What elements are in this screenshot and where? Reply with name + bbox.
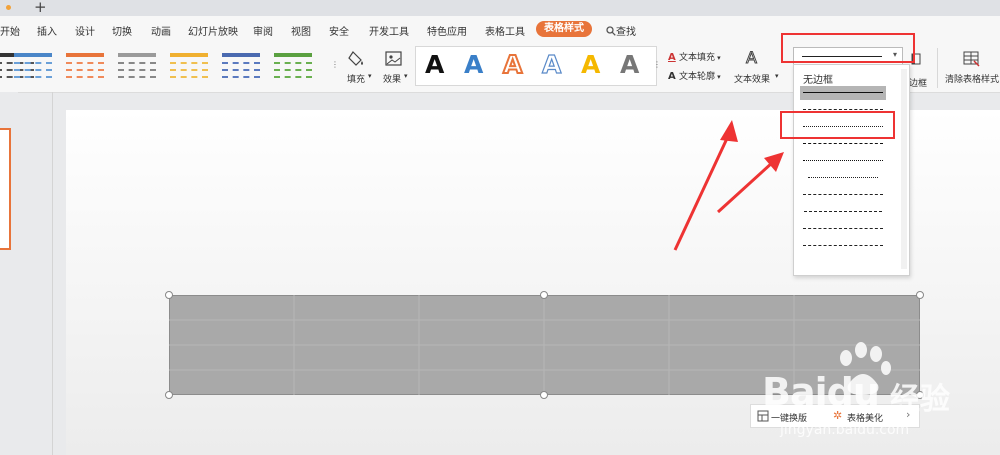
no-border-option[interactable]: 无边框: [803, 71, 833, 86]
line-style-dotted[interactable]: [800, 171, 886, 185]
line-style-long-dash-dot[interactable]: [800, 239, 886, 253]
arrow-head-icon: [720, 120, 738, 142]
line-style-dash-dot[interactable]: [800, 222, 886, 236]
search-button[interactable]: 查找: [606, 23, 636, 38]
window-tab-strip: +: [0, 0, 1000, 16]
menu-table-tools[interactable]: 表格工具: [485, 23, 525, 38]
wordart-style-yellow[interactable]: A: [581, 50, 600, 79]
table-layout-icon: [757, 410, 769, 422]
menu-animation[interactable]: 动画: [151, 23, 171, 38]
line-style-solid[interactable]: [800, 86, 886, 100]
chevron-right-icon[interactable]: ›: [906, 408, 910, 421]
table-style-swatch-orange[interactable]: [62, 50, 108, 84]
wordart-style-blue-outline[interactable]: A: [541, 49, 562, 79]
fill-label[interactable]: 填充: [347, 72, 365, 85]
line-style-dash-dot-dot-dense[interactable]: [800, 154, 886, 168]
table-grid: [169, 295, 920, 395]
menu-developer[interactable]: 开发工具: [369, 23, 409, 38]
effect-button[interactable]: [383, 49, 405, 72]
line-style-dashed[interactable]: [800, 188, 886, 202]
effect-dropdown-icon[interactable]: ▾: [404, 72, 408, 80]
text-effect-dropdown-icon[interactable]: ▾: [775, 72, 779, 80]
menu-view[interactable]: 视图: [291, 23, 311, 38]
slide-thumbnail[interactable]: [0, 128, 11, 250]
text-outline-label: 文本轮廓: [678, 72, 715, 82]
menu-special[interactable]: 特色应用: [427, 23, 467, 38]
wordart-style-black[interactable]: A: [425, 50, 444, 79]
table-style-swatch-navy[interactable]: [218, 50, 264, 84]
fill-dropdown-icon[interactable]: ▾: [368, 72, 372, 80]
selected-table[interactable]: [169, 295, 920, 395]
fill-bucket-icon: [348, 51, 363, 66]
line-style-dash-dot-dense[interactable]: [800, 137, 886, 151]
dropdown-scrollbar[interactable]: [901, 69, 907, 269]
text-effect-label[interactable]: 文本效果: [734, 72, 770, 85]
table-style-swatch-gray[interactable]: [114, 50, 160, 84]
resize-handle-bottom[interactable]: [540, 391, 548, 399]
text-fill-icon: A: [668, 52, 676, 63]
wordart-style-gray[interactable]: A: [620, 50, 639, 79]
menu-home[interactable]: 开始: [0, 23, 20, 38]
unsaved-dot-icon: [6, 5, 11, 10]
text-outline-button[interactable]: A 文本轮廓 ▾: [668, 69, 721, 82]
table-style-swatch-blue[interactable]: [10, 50, 56, 84]
resize-handle-top[interactable]: [540, 291, 548, 299]
table-style-swatch-green[interactable]: [270, 50, 316, 84]
menu-insert[interactable]: 插入: [37, 23, 57, 38]
ribbon-divider: [937, 48, 938, 88]
wordart-style-orange-outline[interactable]: A: [502, 49, 523, 80]
menu-slideshow[interactable]: 幻灯片放映: [188, 23, 238, 38]
text-fill-button[interactable]: A 文本填充 ▾: [668, 50, 721, 63]
one-click-layout-button[interactable]: 一键换版: [771, 411, 807, 424]
menu-design[interactable]: 设计: [75, 23, 95, 38]
resize-handle-top-right[interactable]: [916, 291, 924, 299]
resize-handle-top-left[interactable]: [165, 291, 173, 299]
menu-transition[interactable]: 切换: [112, 23, 132, 38]
swatch-gallery-expand-icon[interactable]: ⋮: [331, 60, 339, 69]
resize-handle-bottom-right[interactable]: [916, 391, 924, 399]
clear-style-label[interactable]: 清除表格样式: [945, 72, 999, 85]
clear-style-button[interactable]: [962, 50, 982, 71]
annotation-arrows: [673, 120, 784, 251]
annotation-box-combo: [781, 33, 915, 63]
wordart-gallery-expand-icon[interactable]: ⋮: [653, 60, 661, 69]
effect-image-icon: [385, 51, 402, 66]
text-outline-icon: A: [668, 71, 676, 82]
border-style-dropdown: 无边框: [793, 64, 910, 276]
menu-table-style[interactable]: 表格样式: [536, 21, 592, 37]
resize-handle-bottom-left[interactable]: [165, 391, 173, 399]
pane-divider[interactable]: [52, 92, 53, 455]
fill-button[interactable]: [347, 49, 369, 72]
menu-security[interactable]: 安全: [329, 23, 349, 38]
beautify-sparkle-icon: ✲: [833, 409, 843, 422]
wordart-style-blue[interactable]: A: [464, 50, 483, 79]
search-icon: [606, 26, 616, 36]
line-style-long-dashed[interactable]: [800, 205, 886, 219]
text-effect-icon[interactable]: A: [746, 48, 758, 68]
table-style-swatch-yellow[interactable]: [166, 50, 212, 84]
wordart-gallery: A A A A A A: [415, 46, 657, 86]
border-label[interactable]: 边框: [909, 76, 927, 89]
menu-review[interactable]: 审阅: [253, 23, 273, 38]
table-beautify-button[interactable]: 表格美化: [847, 411, 883, 424]
text-fill-label: 文本填充: [678, 53, 715, 63]
table-float-toolbar: 一键换版 ✲ 表格美化 ›: [750, 404, 920, 428]
new-tab-icon[interactable]: +: [34, 0, 47, 16]
search-label: 查找: [616, 27, 636, 38]
clear-table-style-icon: [963, 51, 980, 67]
effect-label[interactable]: 效果: [383, 72, 401, 85]
